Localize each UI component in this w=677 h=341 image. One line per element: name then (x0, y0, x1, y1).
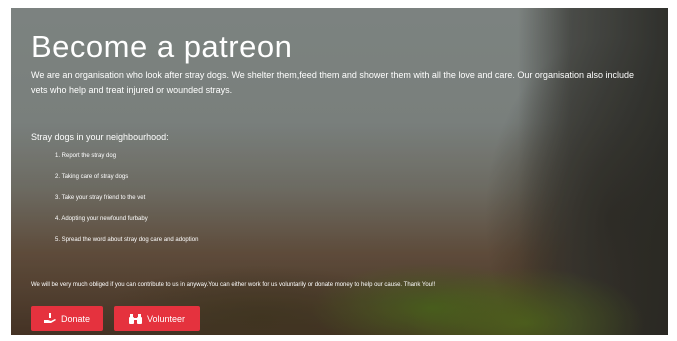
list-item: 4. Adopting your newfound furbaby (55, 216, 148, 222)
steps-heading: Stray dogs in your neighbourhood: (31, 132, 169, 142)
list-item: 5. Spread the word about stray dog care … (55, 237, 199, 243)
hero-content: Become a patreon We are an organisation … (31, 28, 650, 98)
hero-banner: Become a patreon We are an organisation … (11, 8, 668, 335)
donate-hand-icon (43, 313, 56, 324)
list-item: 2. Taking care of stray dogs (55, 174, 129, 180)
steps-list: 1. Report the stray dog 2. Taking care o… (31, 151, 198, 256)
donate-button[interactable]: Donate (31, 306, 103, 331)
volunteer-button[interactable]: Volunteer (114, 306, 200, 331)
donate-button-label: Donate (60, 313, 91, 324)
page-title: Become a patreon (31, 29, 293, 64)
volunteer-button-label: Volunteer (146, 313, 186, 324)
intro-paragraph: We are an organisation who look after st… (31, 70, 634, 95)
binoculars-icon (128, 313, 142, 324)
closing-paragraph: We will be very much obliged if you can … (31, 282, 436, 288)
list-item: 1. Report the stray dog (55, 153, 117, 159)
list-item: 3. Take your stray friend to the vet (55, 195, 146, 201)
